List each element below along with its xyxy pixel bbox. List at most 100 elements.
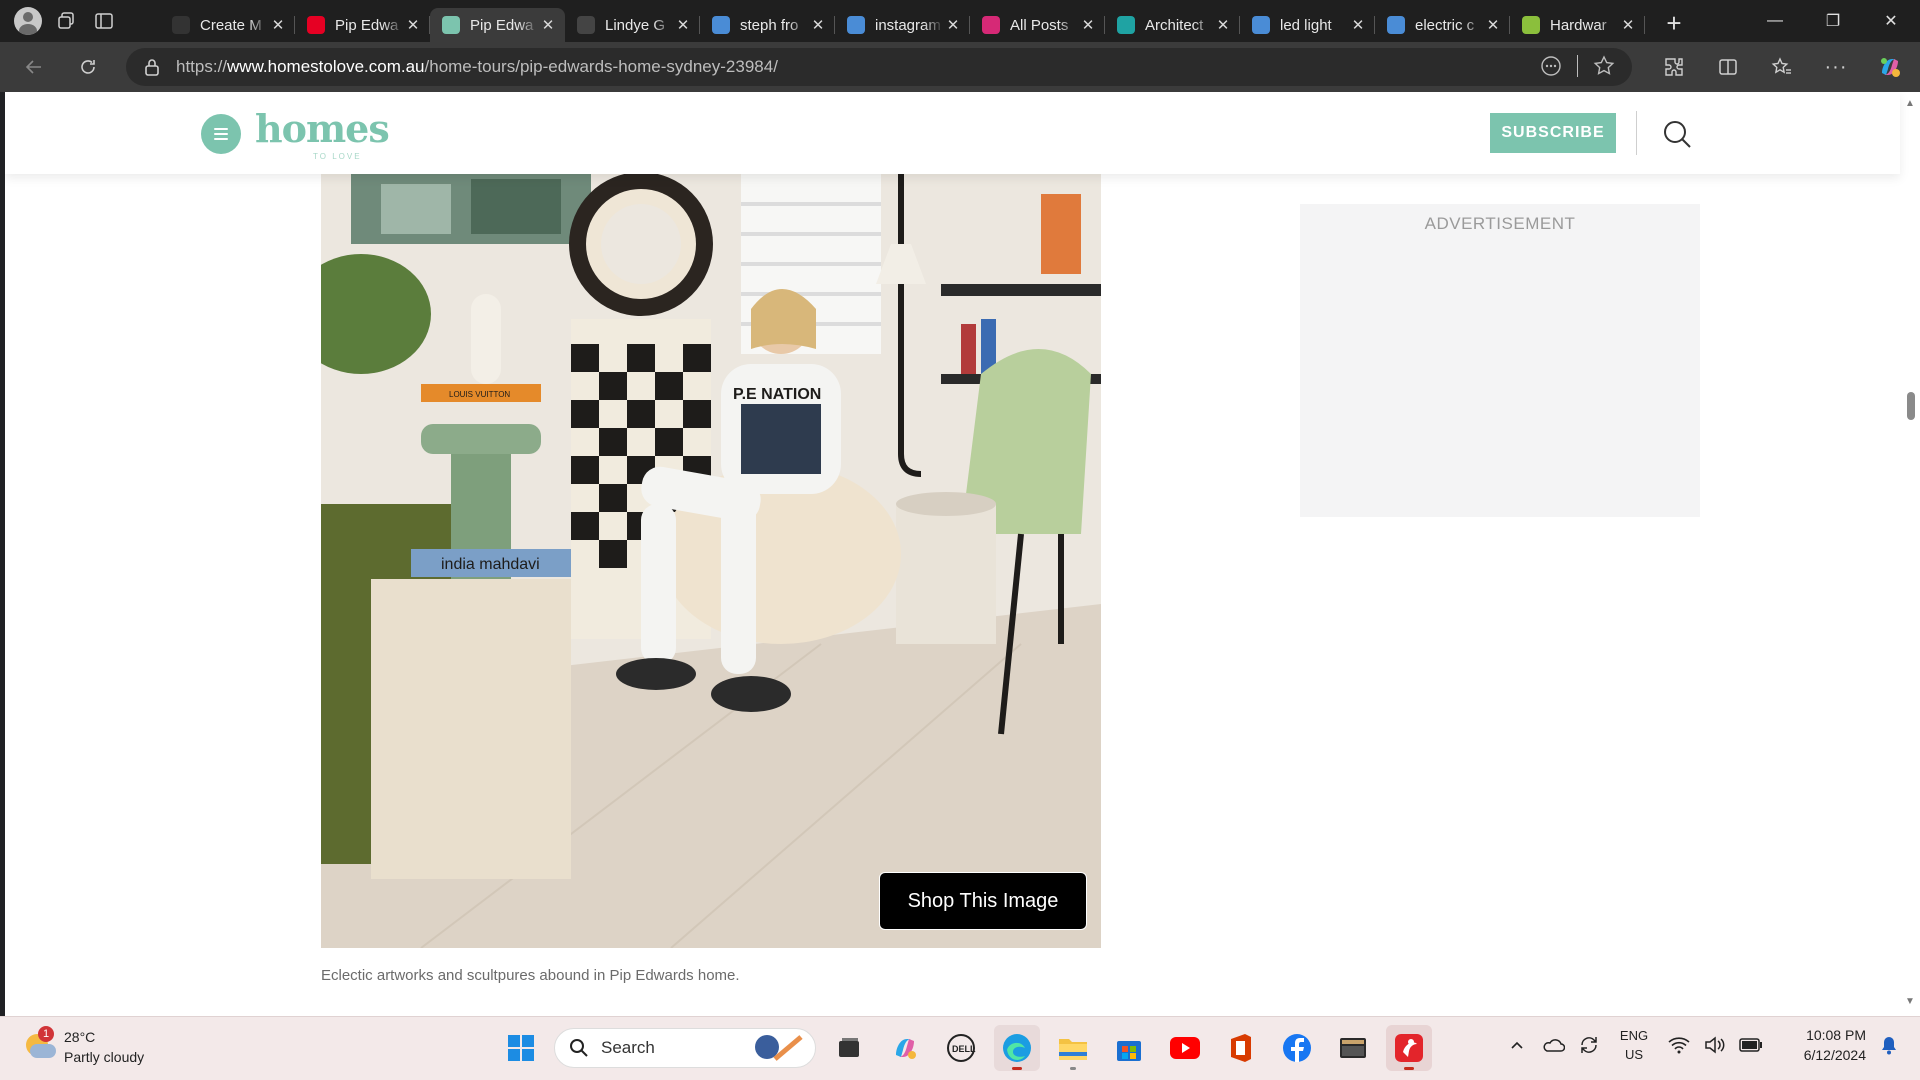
subscribe-button[interactable]: SUBSCRIBE: [1490, 113, 1616, 153]
microsoft-store-icon[interactable]: [1106, 1025, 1152, 1071]
search-icon: [847, 16, 865, 34]
close-tab-icon[interactable]: ✕: [269, 16, 287, 34]
search-icon[interactable]: [1660, 117, 1694, 151]
dell-icon[interactable]: DELL: [938, 1025, 984, 1071]
site-icon: [577, 16, 595, 34]
facebook-icon[interactable]: [1274, 1025, 1320, 1071]
close-tab-icon[interactable]: ✕: [1619, 16, 1637, 34]
tab-actions-icon[interactable]: [90, 7, 118, 35]
svg-text:DELL: DELL: [952, 1044, 976, 1054]
reader-mode-icon[interactable]: [1537, 52, 1565, 80]
scroll-down-arrow-icon[interactable]: ▼: [1904, 996, 1916, 1008]
close-tab-icon[interactable]: ✕: [404, 16, 422, 34]
refresh-button[interactable]: [68, 47, 108, 87]
tab-title: electric c: [1415, 16, 1475, 34]
architect-a-icon: [1117, 16, 1135, 34]
browser-tab[interactable]: led light ✕: [1240, 8, 1375, 42]
site-header: homes TO LOVE SUBSCRIBE: [5, 92, 1900, 174]
taskbar-search-label: Search: [601, 1038, 655, 1057]
wifi-icon[interactable]: [1666, 1032, 1692, 1058]
header-divider: [1636, 111, 1637, 155]
advertisement-label: ADVERTISEMENT: [1424, 214, 1576, 233]
browser-tab[interactable]: instagram ✕: [835, 8, 970, 42]
search-icon: [1387, 16, 1405, 34]
minimize-button[interactable]: —: [1746, 0, 1804, 42]
task-view-icon[interactable]: [826, 1025, 872, 1071]
profile-avatar-icon[interactable]: [14, 7, 42, 35]
tab-title: Pip Edwa: [470, 16, 534, 34]
system-clock[interactable]: 10:08 PM 6/12/2024: [1774, 1025, 1866, 1065]
onedrive-cloud-icon[interactable]: [1540, 1032, 1566, 1058]
scrollbar-thumb[interactable]: [1907, 392, 1915, 420]
restore-button[interactable]: ❐: [1804, 0, 1862, 42]
tab-title: Architect: [1145, 16, 1204, 34]
partly-cloudy-icon: 1: [22, 1026, 56, 1064]
browser-tab[interactable]: Create M ✕: [160, 8, 295, 42]
browser-tab[interactable]: Hardwar ✕: [1510, 8, 1645, 42]
weather-condition: Partly cloudy: [64, 1049, 145, 1065]
tab-title: All Posts: [1010, 16, 1069, 34]
url-text[interactable]: https://www.homestolove.com.au/home-tour…: [176, 57, 778, 77]
pinterest-app-icon[interactable]: [1386, 1025, 1432, 1071]
lock-icon[interactable]: [144, 58, 160, 76]
browser-tab[interactable]: electric c ✕: [1375, 8, 1510, 42]
more-options-icon[interactable]: ···: [1816, 47, 1856, 87]
hamburger-menu-button[interactable]: [201, 114, 241, 154]
clock-date: 6/12/2024: [1803, 1047, 1866, 1063]
sync-icon[interactable]: [1576, 1032, 1602, 1058]
close-tab-icon[interactable]: ✕: [1214, 16, 1232, 34]
leaf-icon: [1522, 16, 1540, 34]
back-button[interactable]: [14, 47, 54, 87]
close-tab-icon[interactable]: ✕: [1079, 16, 1097, 34]
close-tab-icon[interactable]: ✕: [1484, 16, 1502, 34]
close-tab-icon[interactable]: ✕: [944, 16, 962, 34]
close-tab-icon[interactable]: ✕: [1349, 16, 1367, 34]
address-bar[interactable]: https://www.homestolove.com.au/home-tour…: [126, 48, 1632, 86]
show-hidden-icons-chevron-icon[interactable]: [1504, 1032, 1530, 1058]
favorite-star-icon[interactable]: [1590, 52, 1618, 80]
scroll-up-arrow-icon[interactable]: ▲: [1904, 98, 1916, 110]
browser-tab[interactable]: Pip Edwa ✕: [295, 8, 430, 42]
notifications-bell-icon[interactable]: [1876, 1032, 1902, 1058]
language-indicator[interactable]: ENG US: [1612, 1026, 1656, 1064]
browser-tab[interactable]: All Posts ✕: [970, 8, 1105, 42]
extensions-icon[interactable]: [1654, 47, 1694, 87]
start-button-icon[interactable]: [498, 1025, 544, 1071]
volume-icon[interactable]: [1702, 1032, 1728, 1058]
close-tab-icon[interactable]: ✕: [674, 16, 692, 34]
file-explorer-icon[interactable]: [1050, 1025, 1096, 1071]
office-icon[interactable]: [1218, 1025, 1264, 1071]
browser-tab[interactable]: Lindye G ✕: [565, 8, 700, 42]
workspaces-icon[interactable]: [52, 7, 80, 35]
clock-time: 10:08 PM: [1806, 1027, 1866, 1043]
browser-tab[interactable]: steph fro ✕: [700, 8, 835, 42]
shop-this-image-button[interactable]: Shop This Image: [879, 872, 1087, 930]
taskbar-search-box[interactable]: Search: [554, 1028, 816, 1068]
site-logo[interactable]: homes: [255, 106, 390, 151]
close-tab-icon[interactable]: ✕: [809, 16, 827, 34]
pinterest-icon: [307, 16, 325, 34]
edge-browser-icon[interactable]: [994, 1025, 1040, 1071]
weather-widget[interactable]: 1 28°C Partly cloudy: [22, 1026, 145, 1067]
close-tab-icon[interactable]: ✕: [539, 16, 557, 34]
photo-book-text-1: LOUIS VUITTON: [449, 390, 510, 399]
new-tab-button[interactable]: +: [1657, 6, 1691, 40]
media-app-icon[interactable]: [1330, 1025, 1376, 1071]
youtube-icon[interactable]: [1162, 1025, 1208, 1071]
copilot-icon[interactable]: [1870, 47, 1910, 87]
close-window-button[interactable]: ✕: [1862, 0, 1920, 42]
copilot-taskbar-icon[interactable]: [882, 1025, 928, 1071]
browser-tab[interactable]: Architect ✕: [1105, 8, 1240, 42]
page-scrollbar[interactable]: ▲ ▼: [1900, 92, 1920, 1016]
tab-title: instagram: [875, 16, 941, 34]
favorites-icon[interactable]: [1762, 47, 1802, 87]
split-screen-icon[interactable]: [1708, 47, 1748, 87]
photo-book-text-2: india mahdavi: [441, 556, 540, 573]
battery-icon[interactable]: [1738, 1032, 1764, 1058]
advertisement-slot[interactable]: ADVERTISEMENT: [1300, 204, 1700, 517]
tab-title: led light: [1280, 16, 1332, 34]
browser-tab[interactable]: Pip Edwa ✕: [430, 8, 565, 42]
search-icon: [570, 1039, 588, 1057]
tab-title: Pip Edwa: [335, 16, 399, 34]
article-photo[interactable]: P.E NATION LOUIS VUITTON india mahdavi: [321, 174, 1101, 948]
